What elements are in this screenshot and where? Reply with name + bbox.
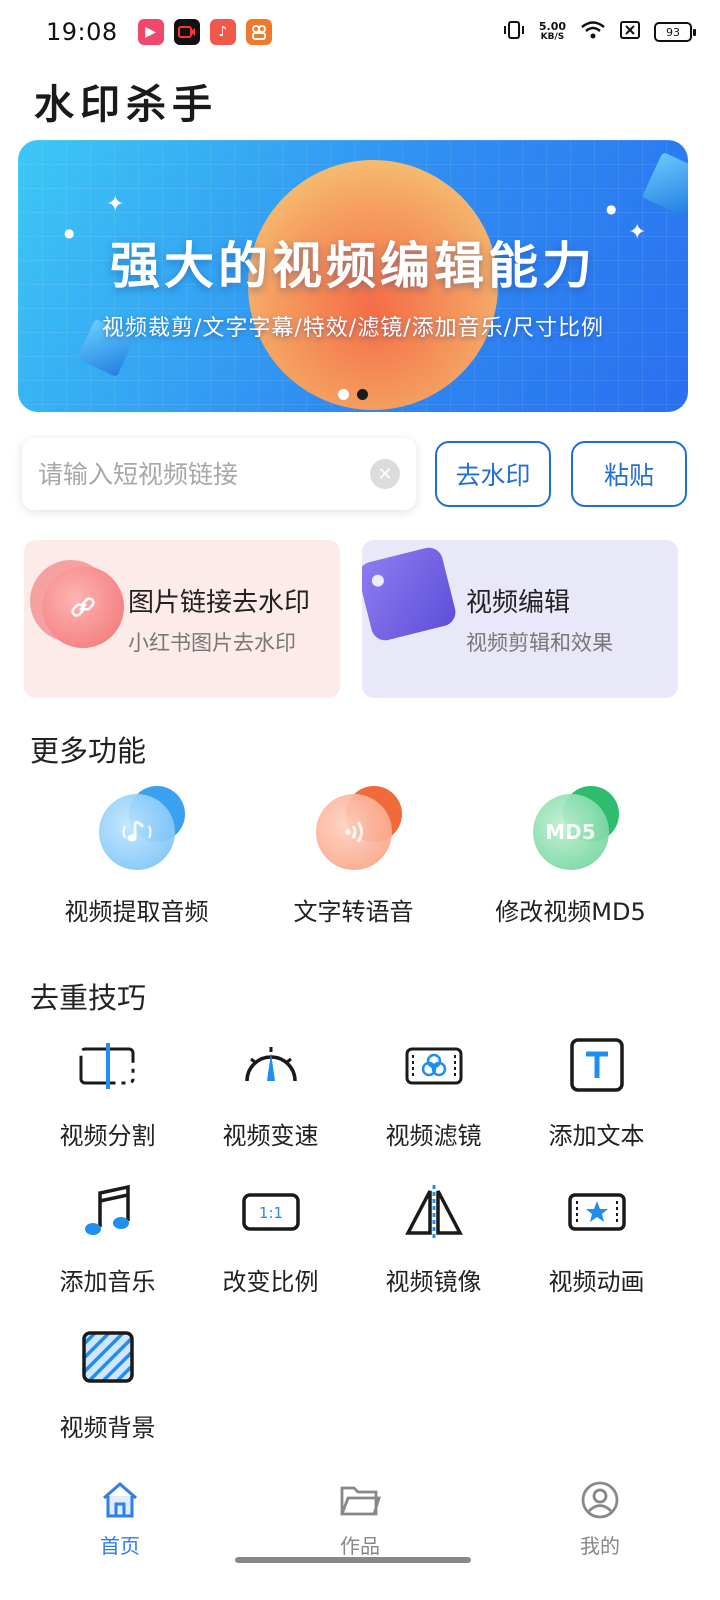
network-speed-unit: KB/S bbox=[540, 32, 565, 42]
background-icon bbox=[76, 1326, 140, 1390]
nav-label: 首页 bbox=[100, 1534, 140, 1558]
nav-profile[interactable]: 我的 bbox=[480, 1480, 720, 1570]
more-item-label: 视频提取音频 bbox=[64, 898, 209, 926]
tip-label: 视频动画 bbox=[548, 1268, 645, 1296]
banner-pagination bbox=[18, 389, 688, 400]
profile-icon bbox=[580, 1480, 620, 1524]
banner-title: 强大的视频编辑能力 bbox=[110, 237, 596, 295]
ratio-glyph: 1:1 bbox=[258, 1204, 282, 1222]
tip-label: 添加文本 bbox=[548, 1122, 645, 1150]
network-speed-value: 5.00 bbox=[538, 20, 566, 33]
extract-audio-item[interactable]: 视频提取音频 bbox=[28, 786, 245, 927]
video-edit-card[interactable]: 视频编辑 视频剪辑和效果 bbox=[362, 540, 678, 698]
camera-app-icon bbox=[173, 19, 200, 45]
tips-grid: 视频分割 视频变速 视频滤镜 添加文本 添加音乐 1:1 改变比例 视频镜像 视… bbox=[26, 1034, 686, 1472]
social-app-icon bbox=[245, 19, 272, 45]
modify-md5-item[interactable]: MD5 修改视频MD5 bbox=[462, 786, 679, 927]
section-title-tips: 去重技巧 bbox=[30, 981, 147, 1015]
banner-dot[interactable] bbox=[338, 389, 349, 400]
sim-icon bbox=[620, 21, 640, 43]
split-item[interactable]: 视频分割 bbox=[26, 1034, 189, 1180]
card-title: 图片链接去水印 bbox=[128, 587, 311, 618]
split-icon bbox=[76, 1034, 140, 1098]
section-title-more: 更多功能 bbox=[30, 734, 147, 768]
link-icon bbox=[42, 566, 124, 648]
ratio-item[interactable]: 1:1 改变比例 bbox=[189, 1180, 352, 1326]
speed-item[interactable]: 视频变速 bbox=[189, 1034, 352, 1180]
tip-label: 添加音乐 bbox=[59, 1268, 156, 1296]
md5-glyph: MD5 bbox=[532, 794, 609, 870]
nav-home[interactable]: 首页 bbox=[0, 1480, 240, 1570]
tip-label: 视频变速 bbox=[222, 1122, 319, 1150]
video-app-icon: ▶ bbox=[137, 19, 164, 45]
sparkle-icon: ✦ bbox=[106, 192, 125, 217]
mirror-item[interactable]: 视频镜像 bbox=[352, 1180, 515, 1326]
md5-icon: MD5 bbox=[532, 786, 619, 870]
sparkle-icon: ● bbox=[606, 202, 617, 216]
banner-dot-active[interactable] bbox=[357, 389, 368, 400]
wifi-icon bbox=[580, 20, 606, 44]
tip-label: 视频背景 bbox=[59, 1414, 156, 1442]
vibrate-icon bbox=[503, 19, 525, 45]
more-item-label: 修改视频MD5 bbox=[495, 898, 646, 926]
paste-button[interactable]: 粘贴 bbox=[571, 441, 687, 507]
clear-icon[interactable]: ✕ bbox=[370, 459, 400, 489]
speed-gauge-icon bbox=[239, 1034, 303, 1098]
image-link-dewatermark-card[interactable]: 图片链接去水印 小红书图片去水印 bbox=[24, 540, 340, 698]
card-text: 视频编辑 视频剪辑和效果 bbox=[466, 582, 613, 657]
home-indicator[interactable] bbox=[235, 1557, 471, 1563]
add-music-item[interactable]: 添加音乐 bbox=[26, 1180, 189, 1326]
card-text: 图片链接去水印 小红书图片去水印 bbox=[128, 582, 310, 657]
music-note-icon bbox=[98, 786, 185, 870]
home-icon bbox=[100, 1480, 140, 1524]
folder-icon bbox=[339, 1480, 381, 1524]
tip-label: 改变比例 bbox=[222, 1268, 319, 1296]
link-input[interactable] bbox=[38, 459, 370, 489]
add-text-item[interactable]: 添加文本 bbox=[515, 1034, 678, 1180]
text-icon bbox=[565, 1034, 629, 1098]
system-icons: 5.00 KB/S 93 bbox=[503, 19, 696, 45]
animation-icon bbox=[565, 1180, 629, 1244]
filter-item[interactable]: 视频滤镜 bbox=[352, 1034, 515, 1180]
more-functions-grid: 视频提取音频 文字转语音 MD5 修改视频MD5 bbox=[0, 786, 720, 927]
battery-icon: 93 bbox=[654, 22, 696, 42]
card-title: 视频编辑 bbox=[466, 587, 571, 618]
filter-icon bbox=[402, 1034, 466, 1098]
music-app-icon: ♪ bbox=[209, 19, 236, 45]
video-tag-icon bbox=[362, 544, 459, 644]
more-item-label: 文字转语音 bbox=[293, 898, 414, 926]
nav-label: 作品 bbox=[340, 1534, 380, 1558]
tip-label: 视频分割 bbox=[59, 1122, 156, 1150]
music-icon bbox=[76, 1180, 140, 1244]
page-title: 水印杀手 bbox=[34, 82, 218, 128]
remove-watermark-button[interactable]: 去水印 bbox=[435, 441, 551, 507]
animation-item[interactable]: 视频动画 bbox=[515, 1180, 678, 1326]
sound-wave-icon bbox=[315, 786, 402, 870]
background-item[interactable]: 视频背景 bbox=[26, 1326, 189, 1472]
tip-label: 视频滤镜 bbox=[385, 1122, 482, 1150]
mirror-icon bbox=[402, 1180, 466, 1244]
promo-banner[interactable]: ✦ ✦ ● ● 强大的视频编辑能力 视频裁剪/文字字幕/特效/滤镜/添加音乐/尺… bbox=[18, 140, 688, 412]
status-time: 19:08 bbox=[46, 18, 118, 46]
card-subtitle: 小红书图片去水印 bbox=[128, 630, 296, 655]
link-input-box[interactable]: ✕ bbox=[22, 438, 416, 510]
ratio-icon: 1:1 bbox=[239, 1180, 303, 1244]
status-bar: 19:08 ▶ ♪ 5.00 KB/S 93 bbox=[0, 0, 720, 64]
nav-label: 我的 bbox=[580, 1534, 620, 1558]
banner-subtitle: 视频裁剪/文字字幕/特效/滤镜/添加音乐/尺寸比例 bbox=[101, 316, 605, 341]
network-speed: 5.00 KB/S bbox=[539, 21, 566, 43]
text-to-speech-item[interactable]: 文字转语音 bbox=[245, 786, 462, 927]
notification-icons: ▶ ♪ bbox=[137, 19, 272, 45]
card-subtitle: 视频剪辑和效果 bbox=[466, 630, 613, 655]
tip-label: 视频镜像 bbox=[385, 1268, 482, 1296]
